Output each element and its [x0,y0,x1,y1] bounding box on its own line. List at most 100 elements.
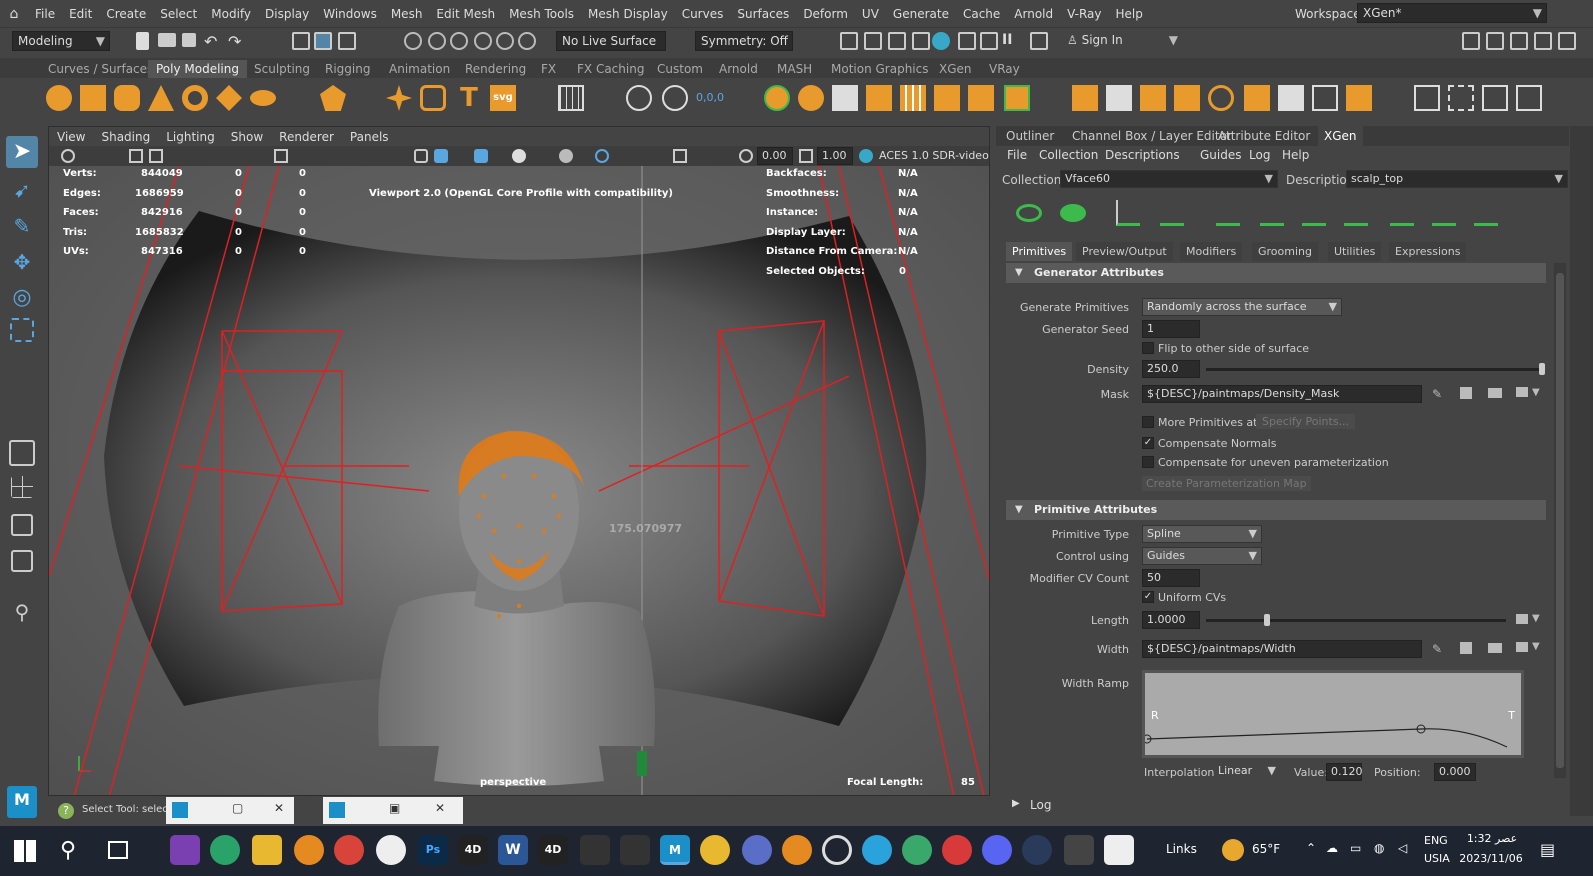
collection-dropdown[interactable]: Vface60 ▼ [1060,170,1278,188]
language-top[interactable]: ENG [1424,834,1448,847]
flip-guide-icon[interactable] [1344,200,1368,226]
platonic-solid-icon[interactable] [320,85,346,111]
merge-icon[interactable] [1278,85,1304,111]
primitive-type-dropdown[interactable]: Spline ▼ [1142,525,1262,543]
shelf-tab-custom[interactable]: Custom [657,60,703,78]
app-icon-globe[interactable] [902,835,932,865]
links-toolbar[interactable]: Links [1166,842,1197,856]
layout-two-icon[interactable] [11,514,33,536]
primtab-preview-output[interactable]: Preview/Output [1076,242,1173,261]
close-icon[interactable]: ✕ [274,801,284,815]
poly-cube-icon[interactable] [80,85,106,111]
app-icon-1[interactable] [170,835,200,865]
menu-select[interactable]: Select [153,7,204,21]
svg-tool-icon[interactable]: svg [490,85,516,111]
tool-settings-icon[interactable] [1510,32,1528,50]
select-guide-icon[interactable] [1216,200,1240,226]
xgen-menu-file[interactable]: File [1007,148,1027,162]
menu-modify[interactable]: Modify [204,7,258,21]
rebuild-guide-icon[interactable] [1390,200,1414,226]
ipr-render-icon[interactable] [864,32,882,50]
xgen-log-bar[interactable]: ▶ Log [996,795,1569,817]
tab-outliner[interactable]: Outliner [1000,126,1060,146]
menu-arnold[interactable]: Arnold [1007,7,1060,21]
modeling-toolkit-icon[interactable] [1462,32,1480,50]
scale-tool-icon[interactable] [10,318,34,342]
telegram-icon[interactable] [862,835,892,865]
weather-icon[interactable] [1222,839,1244,861]
create-param-map-button[interactable]: Create Parameterization Map [1142,476,1311,491]
vp-menu-renderer[interactable]: Renderer [271,130,342,144]
undo-icon[interactable]: ↶ [204,32,222,51]
poly-plane-icon[interactable] [216,85,242,111]
xgen-menu-descriptions[interactable]: Descriptions [1105,148,1180,162]
quad-draw-icon[interactable] [1346,85,1372,111]
shelf-tab-rigging[interactable]: Rigging [325,60,370,78]
gamma-icon[interactable] [799,149,813,163]
primtab-primitives[interactable]: Primitives [1006,242,1073,261]
scrollbar-thumb[interactable] [1556,273,1564,768]
mask-field[interactable]: ${DESC}/paintmaps/Density_Mask [1142,385,1422,403]
select-by-object-icon[interactable] [338,32,356,50]
cv-count-field[interactable]: 50 [1142,569,1200,587]
extrude-icon[interactable] [968,85,994,111]
vp-menu-shading[interactable]: Shading [93,130,158,144]
app-icon-q[interactable] [822,835,852,865]
hypershade-icon[interactable] [912,32,930,50]
density-field[interactable]: 250.0 [1142,360,1200,378]
length-field[interactable]: 1.0000 [1142,611,1200,629]
xgen-panel-icon[interactable] [1558,32,1576,50]
photos-icon[interactable] [1104,835,1134,865]
home-icon[interactable]: ⌂ [0,6,28,22]
xgen-menu-log[interactable]: Log [1249,148,1270,162]
file-explorer-icon[interactable] [252,835,282,865]
menu-deform[interactable]: Deform [796,7,855,21]
menuset-dropdown[interactable]: Modeling ▼ [12,31,110,51]
shelf-tab-xgen[interactable]: XGen [939,60,972,78]
visibility-eye-icon[interactable] [1016,204,1042,222]
menu-help[interactable]: Help [1109,7,1150,21]
generator-attributes-header[interactable]: ▼ Generator Attributes [1006,263,1546,283]
menu-cache[interactable]: Cache [956,7,1007,21]
task-view-icon[interactable] [108,841,128,859]
poly-cone-icon[interactable] [148,85,174,111]
color-management-icon[interactable] [859,149,873,163]
folder-icon[interactable] [1488,388,1502,398]
menu-mesh[interactable]: Mesh [384,7,430,21]
primtab-utilities[interactable]: Utilities [1328,242,1382,261]
paint-tool-icon[interactable] [1482,85,1508,111]
preview-primitives-icon[interactable] [1060,204,1086,222]
shelf-tab-poly-modeling[interactable]: Poly Modeling [148,60,247,78]
xgen-menu-help[interactable]: Help [1282,148,1309,162]
offset-edge-loop-icon[interactable] [1140,85,1166,111]
type-tool-icon[interactable]: T [456,85,482,111]
make-hole-icon[interactable] [1244,85,1270,111]
lock-guide-icon[interactable] [1302,200,1326,226]
poly-torus-icon[interactable] [182,85,208,111]
wireframe-icon[interactable] [414,149,428,163]
ramp-value-field[interactable]: 0.120 [1326,763,1363,781]
move-guide-icon[interactable] [1160,200,1184,226]
paint-brush-icon[interactable]: ✎ [1432,387,1442,401]
windows-start-icon[interactable] [14,840,36,862]
save-map-icon[interactable] [1460,642,1472,654]
whatsapp-icon[interactable] [376,835,406,865]
channel-box-icon[interactable] [1534,32,1552,50]
paint-brush-icon[interactable]: ✎ [1432,642,1442,656]
menu-surfaces[interactable]: Surfaces [730,7,796,21]
cinema4d-icon-1[interactable]: 4D [458,835,488,865]
grid-toggle-icon[interactable] [274,149,288,163]
generator-seed-field[interactable]: 1 [1142,320,1200,338]
restore-icon[interactable]: ▣ [389,801,400,815]
layout-four-icon[interactable] [11,476,33,498]
app-icon-blue[interactable] [742,835,772,865]
menu-generate[interactable]: Generate [886,7,956,21]
gamma-field[interactable]: 1.00 [817,147,853,165]
save-map-icon[interactable] [1460,387,1472,399]
cinema4d-icon-2[interactable]: 4D [538,835,568,865]
volume-icon[interactable]: ◁ [1398,841,1407,855]
width-ramp-editor[interactable]: R T [1142,670,1524,758]
guides-to-curves-icon[interactable] [1474,200,1498,226]
folder-icon[interactable] [1488,643,1502,653]
sweep-mesh-icon[interactable] [386,85,412,111]
